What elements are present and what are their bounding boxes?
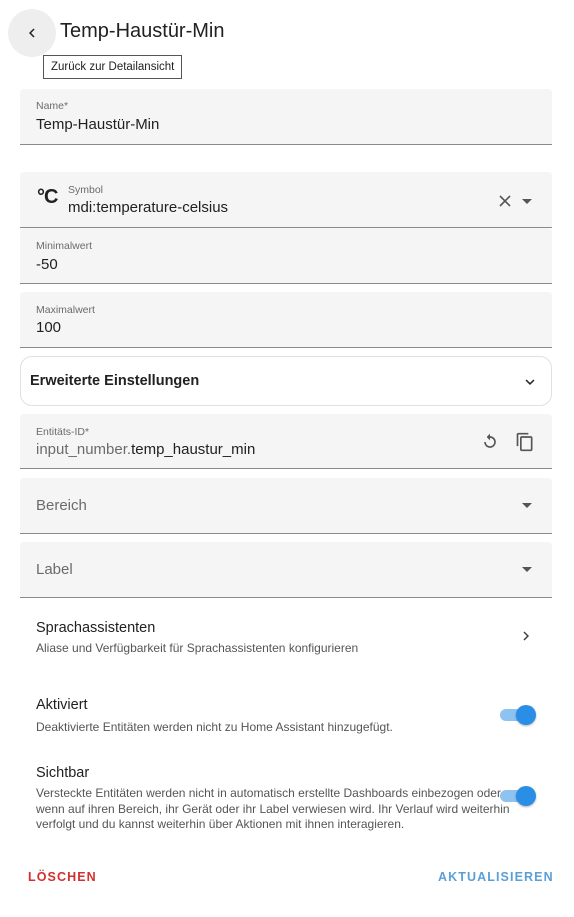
visible-title: Sichtbar — [36, 765, 90, 781]
area-placeholder: Bereich — [36, 497, 87, 514]
visible-toggle[interactable] — [500, 784, 536, 808]
restore-icon[interactable] — [480, 432, 500, 452]
chevron-right-icon — [523, 631, 529, 641]
max-value[interactable]: 100 — [36, 319, 61, 336]
min-value[interactable]: -50 — [36, 256, 58, 273]
symbol-field[interactable]: °C Symbol mdi:temperature-celsius — [20, 172, 552, 228]
dropdown-arrow-icon[interactable] — [522, 199, 532, 204]
back-button[interactable] — [8, 9, 56, 57]
entity-id-name: temp_haustur_min — [131, 441, 256, 458]
copy-icon[interactable] — [515, 432, 535, 452]
min-field[interactable]: Minimalwert -50 — [20, 228, 552, 284]
symbol-value[interactable]: mdi:temperature-celsius — [68, 199, 228, 216]
name-field[interactable]: Name* Temp-Haustür-Min — [20, 89, 552, 145]
temperature-celsius-icon: °C — [37, 186, 58, 208]
name-label: Name* — [36, 100, 69, 112]
max-label: Maximalwert — [36, 304, 95, 316]
back-tooltip: Zurück zur Detailansicht — [43, 55, 183, 79]
chevron-left-icon — [29, 28, 35, 38]
clear-icon[interactable] — [498, 194, 512, 208]
enabled-toggle[interactable] — [500, 703, 536, 727]
dropdown-arrow-icon[interactable] — [522, 503, 532, 508]
symbol-label: Symbol — [68, 184, 104, 196]
visible-subtitle: Versteckte Entitäten werden nicht in aut… — [36, 786, 510, 831]
dialog-title: Temp-Haustür-Min — [60, 20, 225, 42]
name-value[interactable]: Temp-Haustür-Min — [36, 116, 159, 133]
max-field[interactable]: Maximalwert 100 — [20, 292, 552, 348]
chevron-down-icon[interactable] — [521, 373, 539, 391]
area-select[interactable]: Bereich — [20, 478, 552, 534]
update-button[interactable]: AKTUALISIEREN — [438, 870, 554, 884]
voice-assistants-subtitle: Aliase und Verfügbarkeit für Sprachassis… — [36, 641, 359, 655]
entity-id-label: Entitäts-ID* — [36, 426, 90, 438]
delete-button[interactable]: LÖSCHEN — [28, 870, 97, 884]
entity-settings-dialog: Temp-Haustür-Min Zurück zur Detailansich… — [0, 0, 574, 917]
entity-id-value[interactable]: input_number.temp_haustur_min — [36, 441, 255, 458]
min-label: Minimalwert — [36, 240, 93, 252]
entity-id-field[interactable]: Entitäts-ID* input_number.temp_haustur_m… — [20, 414, 552, 469]
dropdown-arrow-icon[interactable] — [522, 567, 532, 572]
advanced-settings-expander[interactable]: Erweiterte Einstellungen — [20, 356, 552, 406]
enabled-subtitle: Deaktivierte Entitäten werden nicht zu H… — [36, 720, 393, 734]
voice-assistants-row[interactable]: Sprachassistenten Aliase und Verfügbarke… — [20, 610, 552, 660]
enabled-title: Aktiviert — [36, 697, 88, 713]
advanced-settings-title: Erweiterte Einstellungen — [30, 373, 200, 389]
label-placeholder: Label — [36, 561, 73, 578]
entity-id-prefix: input_number. — [36, 441, 132, 458]
voice-assistants-title: Sprachassistenten — [36, 620, 156, 636]
label-select[interactable]: Label — [20, 542, 552, 598]
